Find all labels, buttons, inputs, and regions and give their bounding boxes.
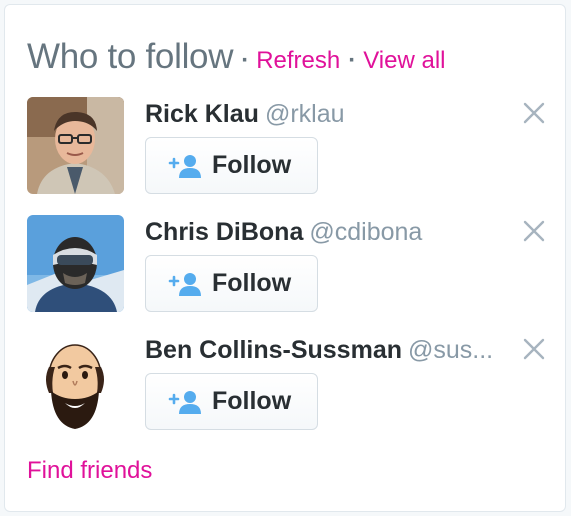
follow-button[interactable]: Follow	[145, 373, 318, 430]
follow-label: Follow	[212, 387, 292, 415]
add-person-icon	[168, 153, 202, 179]
suggested-user: Ben Collins-Sussman @sus... Follow	[27, 333, 547, 433]
who-to-follow-module: Who to follow · Refresh · View all Rick	[4, 4, 566, 512]
find-friends-link[interactable]: Find friends	[27, 457, 152, 485]
close-icon[interactable]	[522, 101, 546, 125]
user-name-line[interactable]: Ben Collins-Sussman @sus...	[145, 335, 507, 365]
user-fullname[interactable]: Chris DiBona	[145, 218, 303, 246]
close-icon[interactable]	[522, 337, 546, 361]
close-icon[interactable]	[522, 219, 546, 243]
avatar[interactable]	[27, 97, 124, 194]
follow-label: Follow	[212, 151, 292, 179]
suggested-user: Rick Klau @rklau Follow	[27, 97, 547, 197]
module-title: Who to follow	[27, 37, 234, 76]
user-fullname[interactable]: Rick Klau	[145, 100, 259, 128]
user-name-line[interactable]: Chris DiBona @cdibona	[145, 217, 507, 247]
follow-label: Follow	[212, 269, 292, 297]
view-all-link[interactable]: View all	[363, 47, 445, 75]
suggested-user: Chris DiBona @cdibona Follow	[27, 215, 547, 315]
avatar[interactable]	[27, 333, 124, 430]
avatar[interactable]	[27, 215, 124, 312]
user-handle[interactable]: @rklau	[265, 100, 345, 128]
separator-dot: ·	[348, 47, 357, 74]
follow-button[interactable]: Follow	[145, 255, 318, 312]
user-handle[interactable]: @cdibona	[309, 218, 422, 246]
follow-button[interactable]: Follow	[145, 137, 318, 194]
module-header: Who to follow · Refresh · View all	[27, 37, 446, 77]
user-handle[interactable]: @sus...	[408, 336, 493, 364]
add-person-icon	[168, 389, 202, 415]
user-fullname[interactable]: Ben Collins-Sussman	[145, 336, 402, 364]
separator-dot: ·	[241, 47, 250, 74]
refresh-link[interactable]: Refresh	[256, 47, 340, 75]
user-name-line[interactable]: Rick Klau @rklau	[145, 99, 507, 129]
add-person-icon	[168, 271, 202, 297]
